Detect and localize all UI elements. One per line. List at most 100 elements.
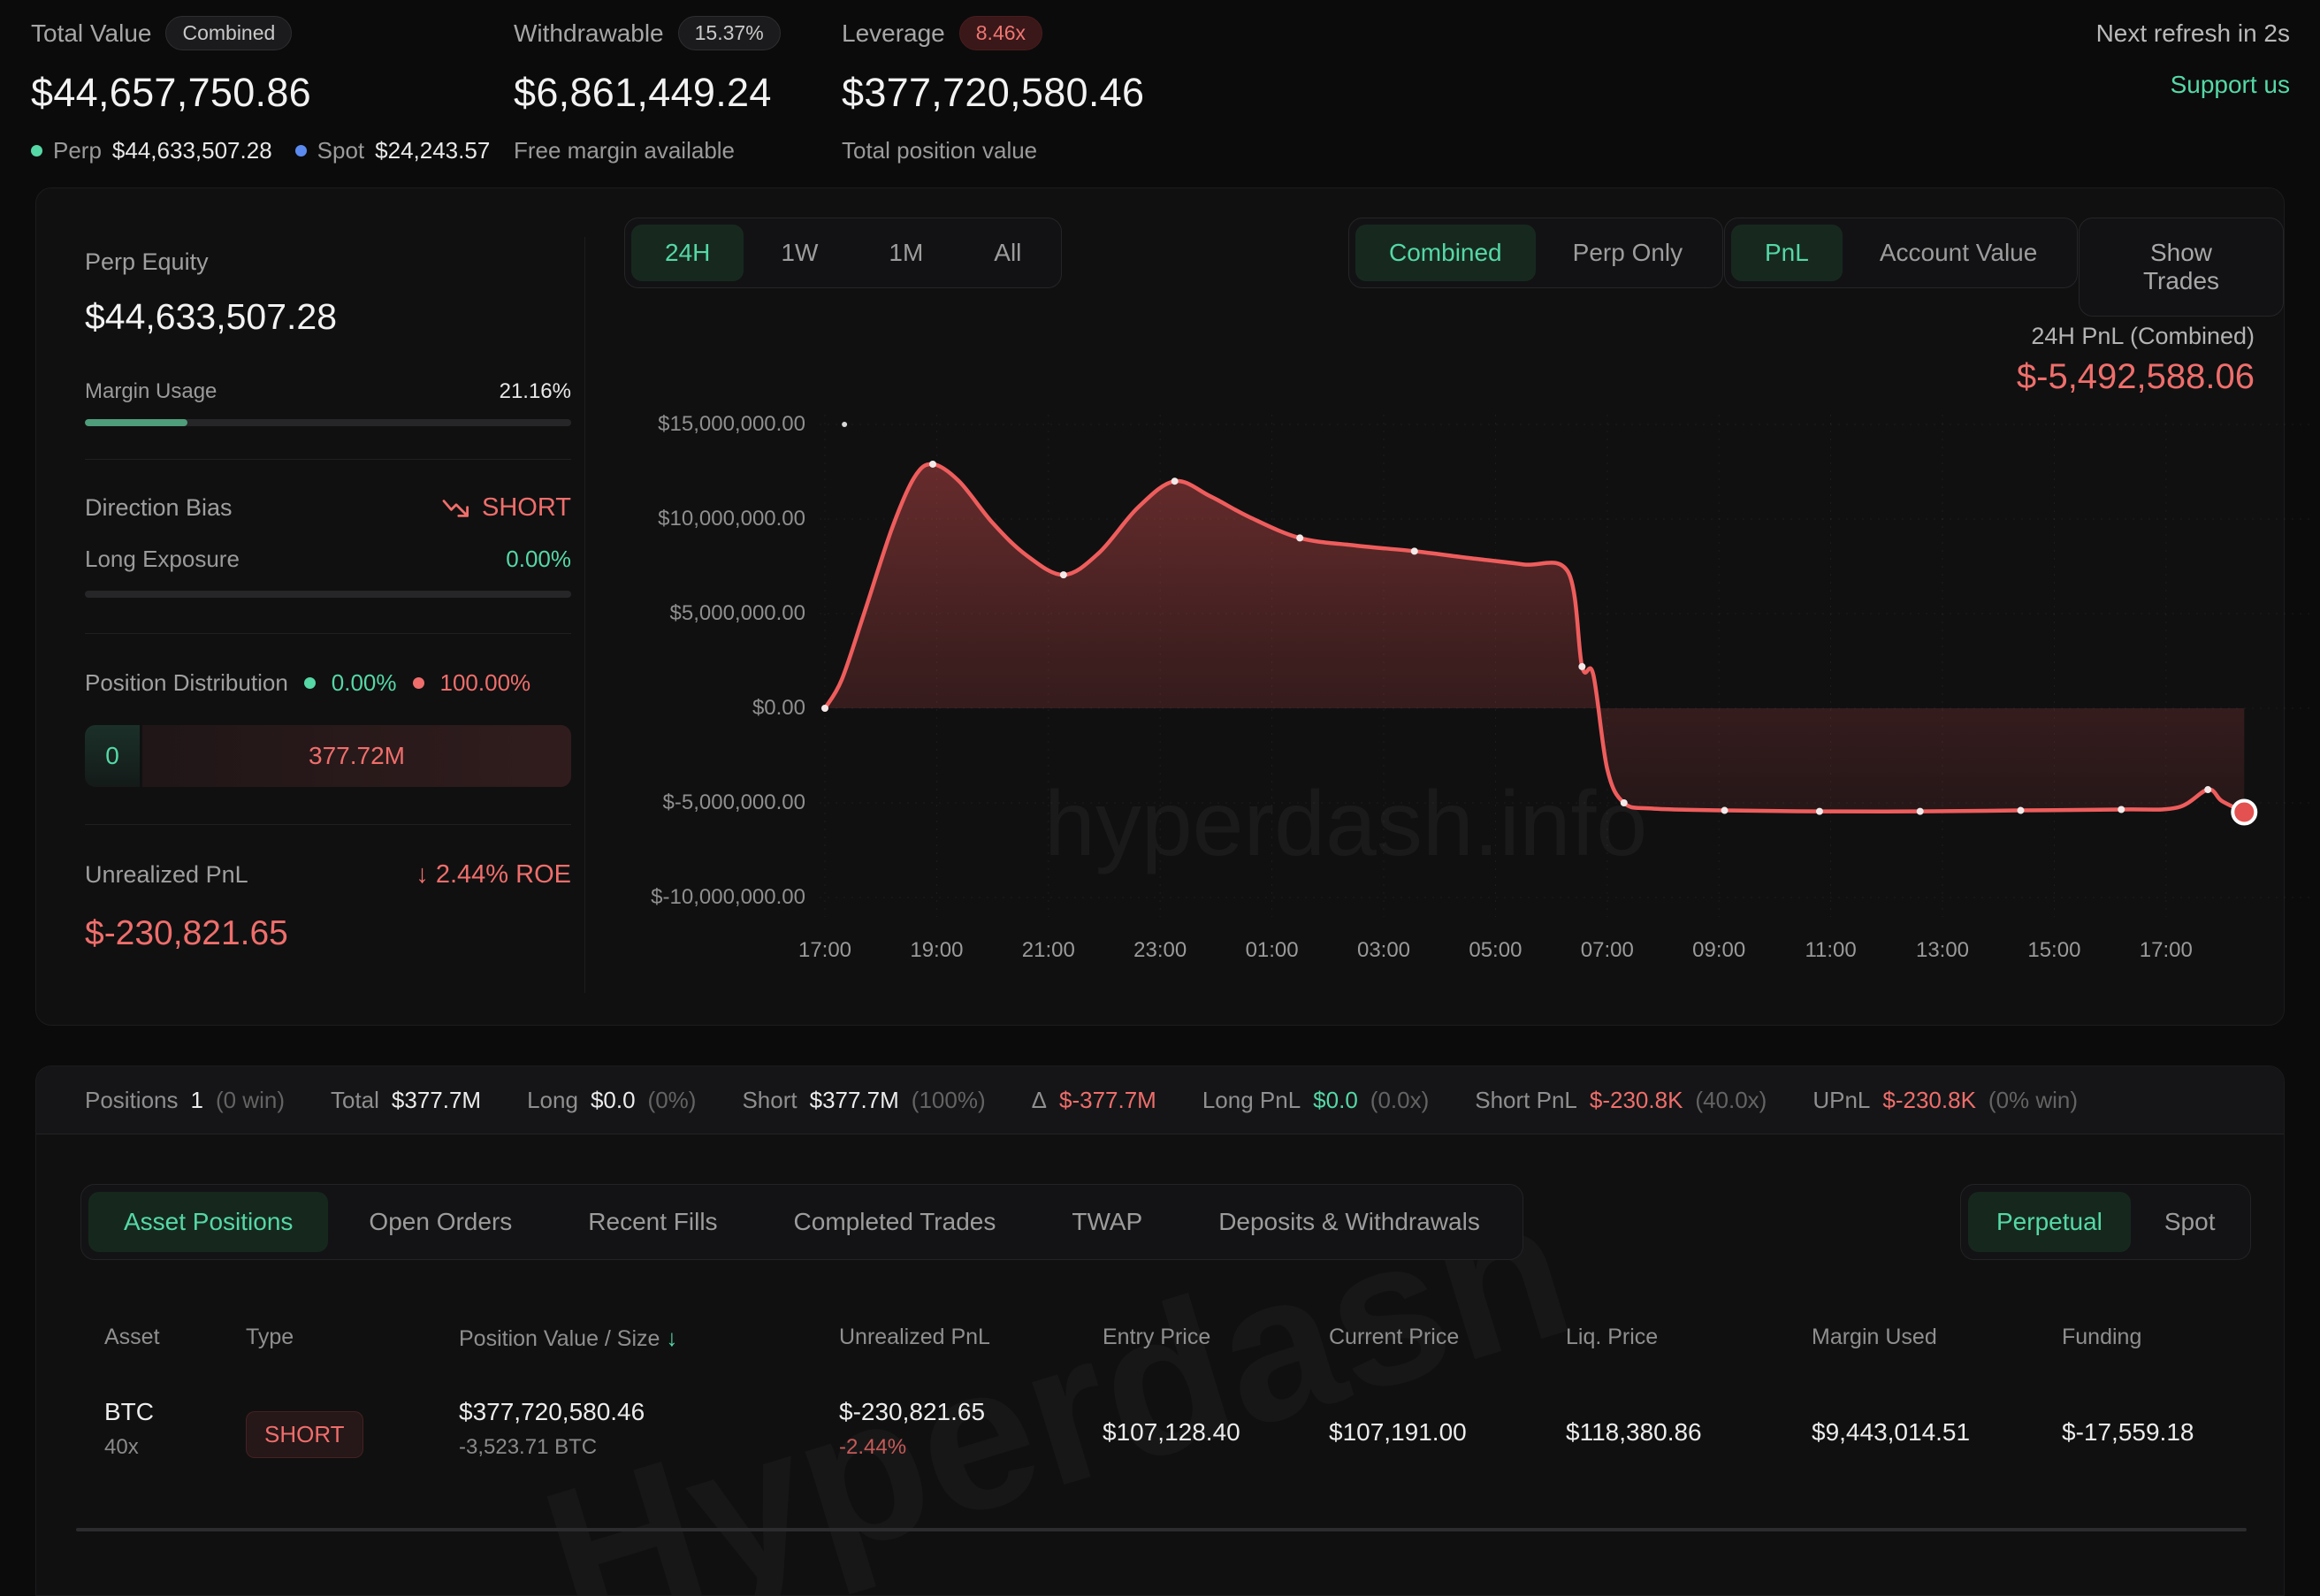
distribution-short-segment: 377.72M	[142, 725, 571, 787]
tab-recent-fills[interactable]: Recent Fills	[553, 1192, 752, 1252]
summary-short: Short $377.7M (100%)	[742, 1087, 985, 1114]
long-exposure-bar	[85, 591, 571, 598]
y-axis-label: $-10,000,000.00	[602, 885, 805, 910]
scope-combined-button[interactable]: Combined	[1355, 225, 1536, 281]
toggle-spot[interactable]: Spot	[2136, 1192, 2244, 1252]
total-value: $44,657,750.86	[31, 70, 490, 116]
y-axis-label: $0.00	[602, 696, 805, 721]
arrow-down-icon: ↓	[416, 860, 429, 890]
col-unrealized-pnl[interactable]: Unrealized PnL	[839, 1325, 990, 1350]
summary-total: Total $377.7M	[331, 1087, 481, 1114]
summary-long-pnl: Long PnL $0.0 (0.0x)	[1202, 1087, 1429, 1114]
col-funding[interactable]: Funding	[2062, 1325, 2141, 1350]
short-badge: SHORT	[246, 1411, 363, 1458]
sort-desc-icon: ↓	[666, 1325, 677, 1351]
leverage-value: $377,720,580.46	[842, 70, 1144, 116]
tab-asset-positions[interactable]: Asset Positions	[88, 1192, 328, 1252]
withdrawable-block: Withdrawable 15.37% $6,861,449.24 Free m…	[514, 16, 781, 164]
leverage-badge: 8.46x	[959, 16, 1042, 50]
withdrawable-sub: Free margin available	[514, 137, 781, 164]
horizontal-scrollbar[interactable]	[76, 1528, 2247, 1531]
position-distribution-bar: 0 377.72M	[85, 725, 571, 787]
unrealized-pnl-label: Unrealized PnL	[85, 861, 248, 889]
metric-pnl-button[interactable]: PnL	[1731, 225, 1843, 281]
summary-short-pnl: Short PnL $-230.8K (40.0x)	[1475, 1087, 1767, 1114]
perp-equity-value: $44,633,507.28	[85, 296, 571, 338]
leverage-label: Leverage	[842, 19, 945, 48]
account-stats-panel: Perp Equity $44,633,507.28 Margin Usage …	[85, 248, 571, 953]
tab-deposits-withdrawals[interactable]: Deposits & Withdrawals	[1183, 1192, 1515, 1252]
table-row[interactable]: BTC 40x SHORT $377,720,580.46 -3,523.71 …	[36, 1385, 2284, 1508]
chart-pnl-headline: 24H PnL (Combined) $-5,492,588.06	[2017, 323, 2255, 397]
cell-type: SHORT	[246, 1411, 363, 1458]
position-distribution-label: Position Distribution	[85, 669, 288, 697]
direction-bias-value: SHORT	[482, 493, 571, 523]
total-value-block: Total Value Combined $44,657,750.86 Perp…	[31, 16, 490, 164]
withdrawable-label: Withdrawable	[514, 19, 664, 48]
show-trades-button[interactable]: Show Trades	[2079, 218, 2284, 317]
distribution-long-segment: 0	[85, 725, 140, 787]
scope-control: Combined Perp Only	[1348, 218, 1723, 288]
perp-dot-icon	[31, 145, 42, 157]
col-liq-price[interactable]: Liq. Price	[1566, 1325, 1658, 1350]
y-axis-label: $10,000,000.00	[602, 507, 805, 531]
long-exposure-label: Long Exposure	[85, 546, 240, 573]
header-right: Next refresh in 2s Support us	[2096, 19, 2290, 99]
cell-position-value: $377,720,580.46 -3,523.71 BTC	[459, 1398, 645, 1460]
summary-positions: Positions 1 (0 win)	[85, 1087, 285, 1114]
pnl-area-chart[interactable]	[814, 390, 2317, 947]
cell-asset: BTC 40x	[104, 1398, 154, 1460]
support-us-link[interactable]: Support us	[2096, 71, 2290, 99]
roe-value: 2.44% ROE	[436, 860, 571, 890]
withdrawable-badge: 15.37%	[678, 16, 781, 50]
table-header: Asset Type Position Value / Size ↓ Unrea…	[36, 1325, 2284, 1360]
col-current-price[interactable]: Current Price	[1329, 1325, 1459, 1350]
col-type: Type	[246, 1325, 294, 1350]
spot-dot-icon	[295, 145, 307, 157]
metric-control: PnL Account Value	[1724, 218, 2078, 288]
summary-delta: Δ $-377.7M	[1032, 1087, 1156, 1114]
range-all-button[interactable]: All	[960, 225, 1055, 281]
y-axis-label: $-5,000,000.00	[602, 790, 805, 815]
chart-card: Perp Equity $44,633,507.28 Margin Usage …	[35, 187, 2285, 1026]
cell-funding: $-17,559.18	[2062, 1418, 2194, 1447]
cell-unrealized-pnl: $-230,821.65 -2.44%	[839, 1398, 985, 1460]
col-asset: Asset	[104, 1325, 160, 1350]
short-legend-dot-icon	[413, 677, 424, 689]
long-exposure-value: 0.00%	[506, 546, 571, 573]
margin-usage-label: Margin Usage	[85, 379, 217, 404]
cell-margin-used: $9,443,014.51	[1812, 1418, 1970, 1447]
leverage-block: Leverage 8.46x $377,720,580.46 Total pos…	[842, 16, 1144, 164]
range-1m-button[interactable]: 1M	[855, 225, 957, 281]
last-point-dot	[2232, 800, 2255, 823]
metric-account-value-button[interactable]: Account Value	[1846, 225, 2072, 281]
chart-pnl-label: 24H PnL (Combined)	[2017, 323, 2255, 350]
positions-tabbar: Asset Positions Open Orders Recent Fills…	[80, 1184, 1523, 1260]
scope-perp-only-button[interactable]: Perp Only	[1539, 225, 1717, 281]
col-position-value[interactable]: Position Value / Size ↓	[459, 1325, 677, 1352]
leverage-sub: Total position value	[842, 137, 1144, 164]
tab-open-orders[interactable]: Open Orders	[333, 1192, 547, 1252]
margin-usage-bar	[85, 419, 571, 426]
long-legend-dot-icon	[304, 677, 316, 689]
y-axis-label: $5,000,000.00	[602, 601, 805, 626]
tab-twap[interactable]: TWAP	[1036, 1192, 1178, 1252]
spot-value: $24,243.57	[375, 137, 490, 164]
summary-long: Long $0.0 (0%)	[527, 1087, 696, 1114]
cell-current-price: $107,191.00	[1329, 1418, 1467, 1447]
y-axis: $15,000,000.00$10,000,000.00$5,000,000.0…	[602, 188, 805, 1027]
tab-completed-trades[interactable]: Completed Trades	[759, 1192, 1032, 1252]
refresh-countdown: Next refresh in 2s	[2096, 19, 2290, 48]
cell-entry-price: $107,128.40	[1103, 1418, 1240, 1447]
short-pct: 100.00%	[440, 669, 531, 697]
toggle-perpetual[interactable]: Perpetual	[1968, 1192, 2131, 1252]
perp-value: $44,633,507.28	[112, 137, 272, 164]
col-margin-used[interactable]: Margin Used	[1812, 1325, 1937, 1350]
unrealized-pnl-value: $-230,821.65	[85, 914, 571, 953]
cell-liq-price: $118,380.86	[1566, 1418, 1702, 1447]
margin-usage-value: 21.16%	[500, 379, 571, 404]
direction-bias-label: Direction Bias	[85, 494, 233, 522]
col-entry-price[interactable]: Entry Price	[1103, 1325, 1210, 1350]
positions-card: Hyperdash Positions 1 (0 win) Total $377…	[35, 1065, 2285, 1596]
market-toggle: Perpetual Spot	[1960, 1184, 2251, 1260]
